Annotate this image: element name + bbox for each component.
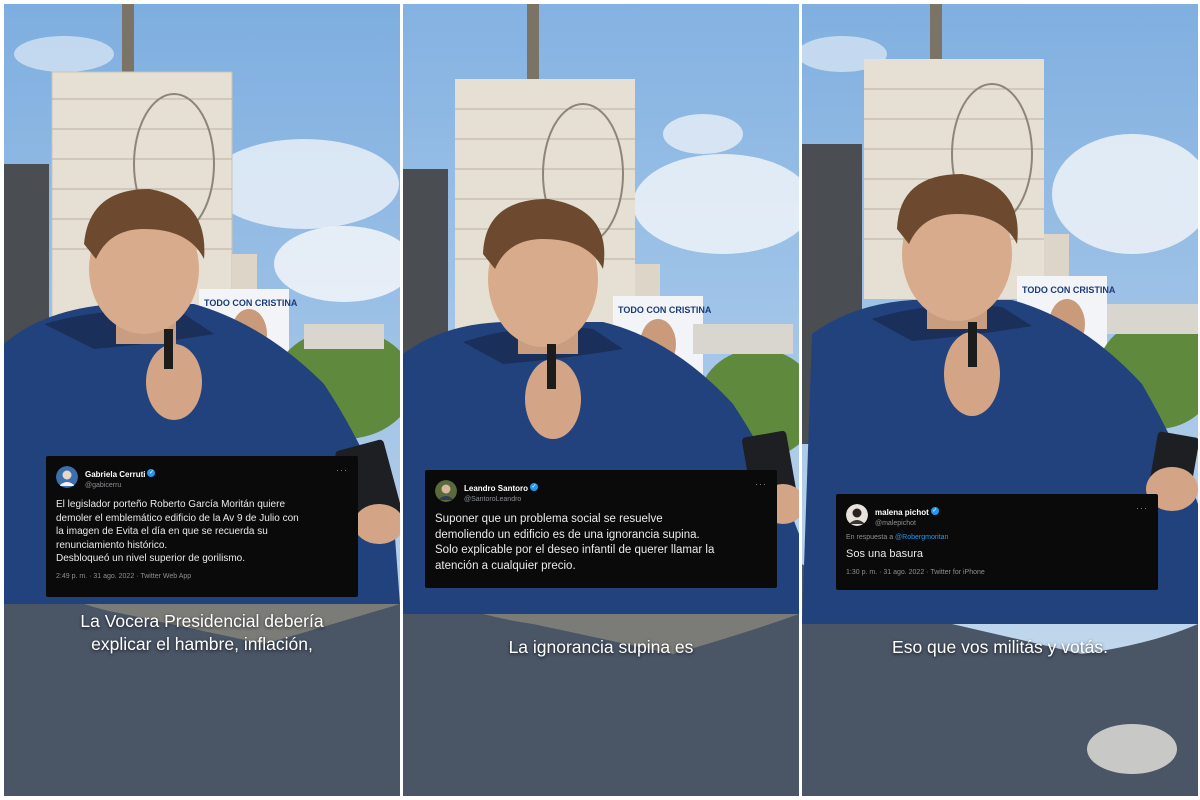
tweet-author-handle[interactable]: @malepichot [875,520,939,528]
reply-to-link[interactable]: @Robergmoritan [895,534,948,541]
more-dots-icon[interactable]: ··· [755,479,767,489]
tweet-text: El legislador porteño Roberto García Mor… [56,498,348,566]
tweet-card[interactable]: Gabriela Cerruti ✓ @gabicerru ··· El legi… [46,456,358,597]
street-scene-photo: TODO CON CRISTINA [4,4,400,796]
tweet-author-handle[interactable]: @gabicerru [85,482,155,490]
tweet-card[interactable]: malena pichot ✓ @malepichot ··· En respue… [836,494,1158,590]
tweet-card[interactable]: Leandro Santoro ✓ @SantoroLeandro ··· Sup… [425,470,777,588]
video-frame-2: TODO CON CRISTINA Leandro Santoro ✓ @Sant… [403,4,799,796]
street-scene-photo: TODO CON CRISTINA [802,4,1198,796]
verified-badge-icon: ✓ [147,468,156,477]
tweet-timestamp[interactable]: 2:49 p. m. · 31 ago. 2022 · Twitter Web … [56,573,348,580]
tweet-text-line: Desbloqueó un nivel superior de gorilism… [56,553,245,565]
tweet-text-line: demoler el emblemático edificio de la Av… [56,512,299,524]
tweet-text-line: demoliendo un edificio es de una ignoran… [435,528,700,541]
verified-badge-icon: ✓ [530,482,539,491]
tweet-text-line: Suponer que un problema social se resuel… [435,513,663,526]
tweet-header: Leandro Santoro ✓ @SantoroLeandro [435,478,767,504]
caption-line: La Vocera Presidencial debería [80,611,324,631]
banner-text: TODO CON CRISTINA [1022,285,1116,295]
video-frame-3: TODO CON CRISTINA malena pichot✓ @malep [802,4,1198,796]
tweet-reply-context: En respuesta a @Robergmoritan [846,534,1148,541]
verified-badge-icon: ✓ [930,506,939,515]
tweet-text-line: renunciamiento histórico. [56,539,168,551]
tweet-text-line: Solo explicable por el deseo infantil de… [435,544,715,557]
avatar[interactable] [435,480,457,503]
tweet-header: Gabriela Cerruti ✓ @gabicerru [56,464,348,490]
tweet-text-line: la imagen de Evita el día en que se recu… [56,526,268,538]
avatar[interactable] [56,466,78,489]
caption-line: explicar el hambre, inflación, [91,633,313,654]
tweet-text-line: Sos una basura [846,548,924,561]
subtitle-caption: La ignorancia supina es [403,636,799,659]
caption-line: La ignorancia supina es [508,637,694,657]
tweet-timestamp[interactable]: 1:30 p. m. · 31 ago. 2022 · Twitter for … [846,569,1148,576]
caption-line: Eso que vos militás y votás. [892,637,1108,657]
tweet-author-name[interactable]: malena pichot [875,508,929,517]
subtitle-caption: La Vocera Presidencial debería explicar … [4,610,400,656]
subtitle-caption: Eso que vos militás y votás. [802,636,1198,659]
tweet-text-line: El legislador porteño Roberto García Mor… [56,499,286,511]
reply-prefix: En respuesta a [846,534,894,542]
video-frame-1: TODO CON CRISTINA Gabriela Cerruti ✓ @ga… [4,4,400,796]
avatar[interactable] [846,504,868,527]
tweet-text-line: atención a cualquier precio. [435,559,576,572]
banner-text: TODO CON CRISTINA [204,298,298,308]
tweet-author-name[interactable]: Leandro Santoro [464,484,528,493]
more-dots-icon[interactable]: ··· [336,465,348,475]
tweet-author-handle[interactable]: @SantoroLeandro [464,496,538,504]
banner-text: TODO CON CRISTINA [618,305,712,315]
tweet-header: malena pichot ✓ @malepichot [846,502,1148,528]
tweet-text: Sos una basura [846,547,1148,562]
more-dots-icon[interactable]: ··· [1136,503,1148,513]
street-scene-photo: TODO CON CRISTINA [403,4,799,796]
tweet-author-name[interactable]: Gabriela Cerruti [85,470,145,479]
tweet-text: Suponer que un problema social se resuel… [435,512,767,574]
